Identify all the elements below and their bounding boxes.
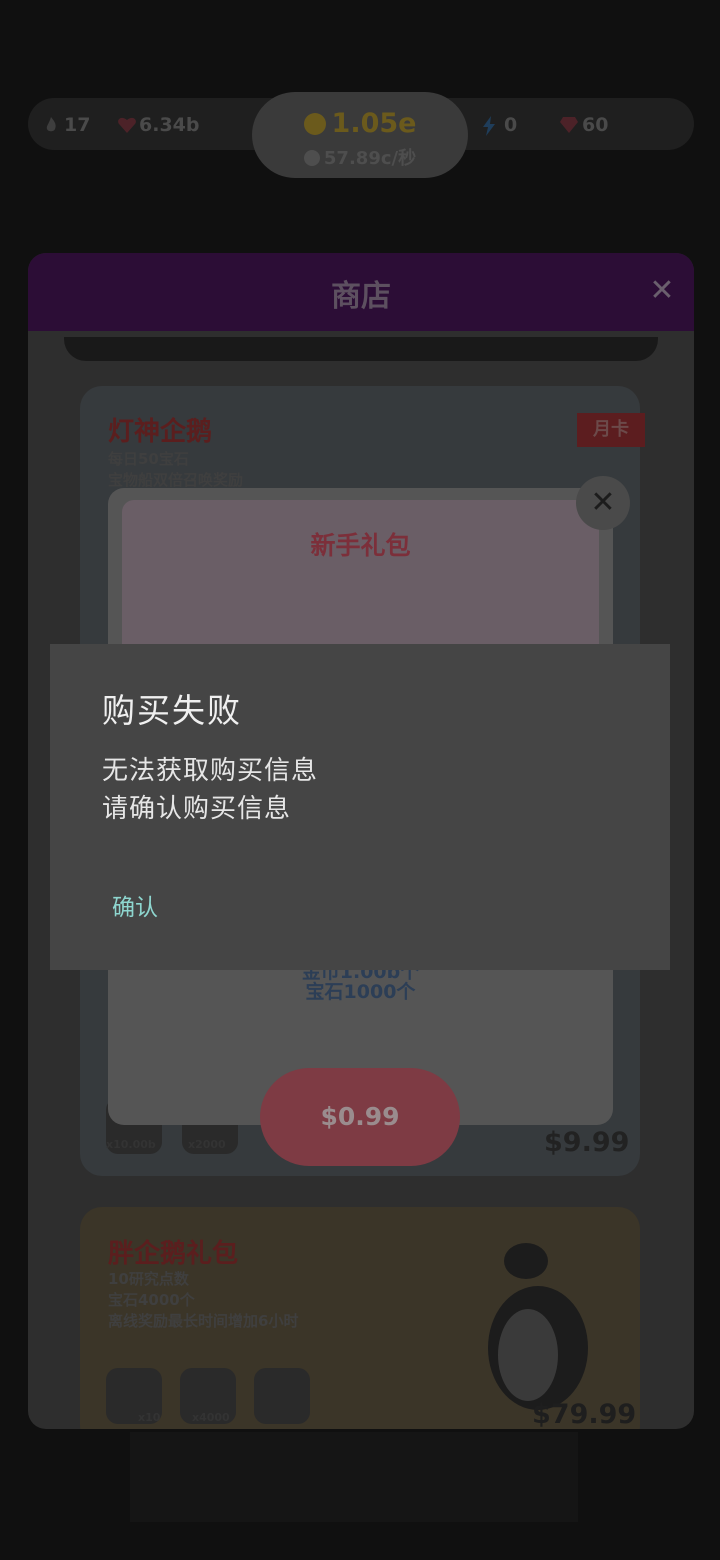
reward-amount: x2000 [188, 1138, 226, 1151]
stat-gem-value: 60 [582, 114, 609, 136]
close-icon[interactable]: ✕ [644, 273, 680, 309]
stat-flame: 17 [42, 112, 90, 138]
dialog-message-line: 请确认购买信息 [102, 794, 292, 824]
offer-price[interactable]: $79.99 [532, 1399, 636, 1429]
confirm-button[interactable]: 确认 [112, 888, 158, 922]
stat-lightning: 0 [482, 112, 517, 138]
shop-banner-bottom [64, 337, 658, 361]
alarm-clock-reward-tile [254, 1368, 310, 1424]
starter-pack-header [122, 500, 599, 645]
offer-line: 每日50宝石 [108, 450, 189, 468]
reward-amount: x4000 [192, 1411, 230, 1424]
reward-amount: x10.00b [106, 1138, 156, 1151]
stat-gem: 60 [560, 112, 608, 138]
starter-pack-line: 宝石1000个 [305, 981, 416, 1003]
shop-title: 商店 [331, 279, 391, 314]
flame-icon [42, 116, 60, 134]
stat-flame-value: 17 [64, 114, 91, 136]
bottom-nav [130, 1432, 578, 1522]
coin-rate-icon [303, 150, 320, 166]
coin-icon [303, 113, 326, 135]
buy-button[interactable]: $0.99 [260, 1068, 460, 1166]
heart-icon [117, 116, 136, 134]
lightning-icon [482, 116, 500, 136]
offer-line: 10研究点数 [108, 1270, 189, 1288]
offer-line: 离线奖励最长时间增加6小时 [108, 1312, 299, 1330]
stat-heart: 6.34b [117, 112, 199, 138]
coin-total: 1.05e [252, 108, 468, 139]
coin-rate-value: 57.89c/秒 [323, 148, 417, 169]
offer-title: 灯神企鹅 [108, 417, 213, 447]
stat-heart-value: 6.34b [139, 114, 200, 136]
stat-lightning-value: 0 [504, 114, 518, 136]
dialog-message-line: 无法获取购买信息 [102, 756, 319, 786]
offer-title: 胖企鹅礼包 [108, 1239, 239, 1269]
reward-amount: x10 [138, 1411, 161, 1424]
coin-total-value: 1.05e [331, 108, 417, 139]
dialog-title: 购买失败 [102, 691, 242, 730]
monthly-card-badge: 月卡 [577, 413, 645, 447]
penguin-illustration [468, 1243, 598, 1417]
close-icon[interactable]: ✕ [576, 476, 630, 530]
gem-icon [560, 116, 578, 134]
offer-price[interactable]: $9.99 [544, 1127, 629, 1158]
coin-rate: 57.89c/秒 [252, 144, 468, 170]
dialog-message: 无法获取购买信息 请确认购买信息 [102, 752, 318, 828]
offer-line: 宝石4000个 [108, 1291, 195, 1309]
starter-pack-title: 新手礼包 [310, 531, 411, 560]
